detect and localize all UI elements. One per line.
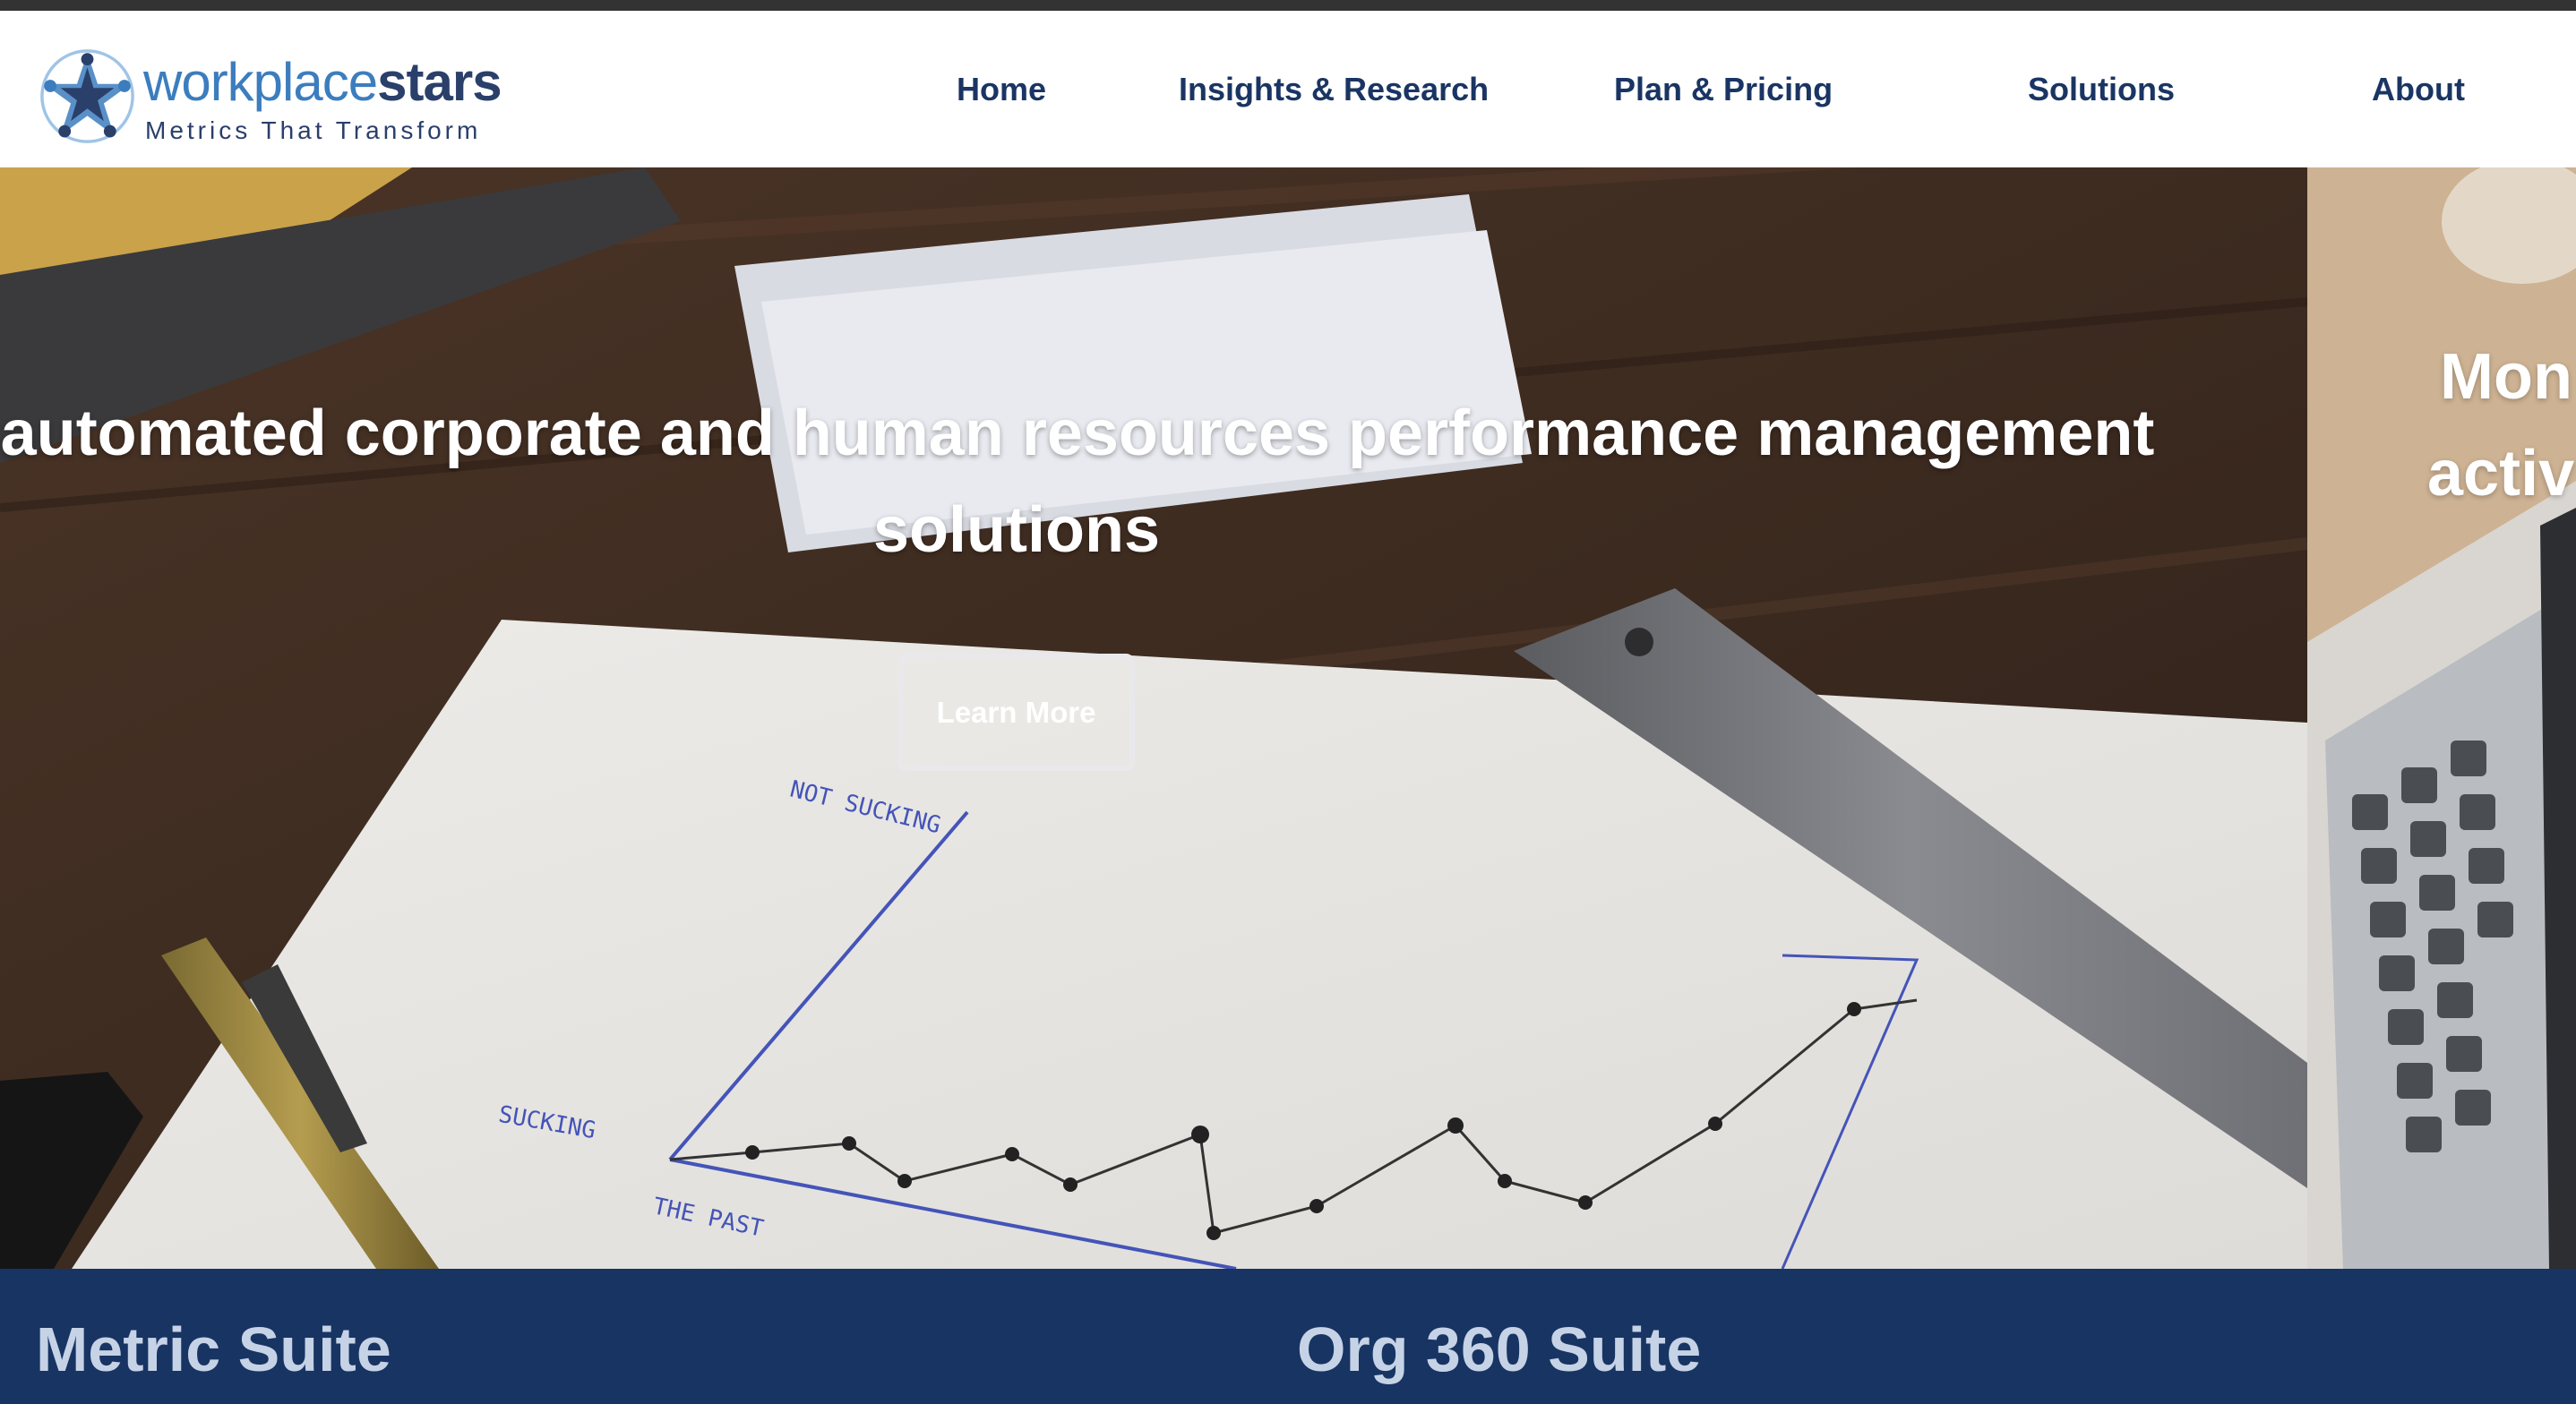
metric-suite-title[interactable]: Metric Suite xyxy=(36,1314,391,1385)
hero-background-photo xyxy=(0,167,2307,1269)
brand-wordmark: workplacestars xyxy=(143,52,502,112)
suites-band: Metric Suite Org 360 Suite xyxy=(0,1269,2576,1404)
next-slide-title-line-1: Mon xyxy=(2440,341,2572,413)
hero-title: ffer automated corporate and human resou… xyxy=(0,385,2212,578)
browser-top-strip xyxy=(0,0,2576,11)
stars-logo-icon xyxy=(40,49,134,143)
next-slide-title: Mon activ xyxy=(2427,329,2574,522)
hero-title-line-2: solutions xyxy=(873,494,1160,566)
nav-home[interactable]: Home xyxy=(957,70,1046,109)
learn-more-button[interactable]: Learn More xyxy=(897,654,1135,771)
hero-title-line-1: ffer automated corporate and human resou… xyxy=(0,398,2155,469)
nav-solutions[interactable]: Solutions xyxy=(2028,70,2175,109)
next-slide-peek[interactable]: Mon activ xyxy=(2307,167,2576,1269)
brand-tagline: Metrics That Transform xyxy=(145,116,482,144)
org-360-suite-title[interactable]: Org 360 Suite xyxy=(1297,1314,1701,1385)
next-slide-title-line-2: activ xyxy=(2427,438,2575,509)
brand-logo[interactable]: workplacestars Metrics That Transform xyxy=(36,36,502,152)
hero-slide: NOT SUCKING SUCKING THE PAST ffer automa… xyxy=(0,167,2307,1269)
nav-insights-research[interactable]: Insights & Research xyxy=(1179,70,1489,109)
site-header: workplacestars Metrics That Transform Ho… xyxy=(0,11,2576,167)
nav-about[interactable]: About xyxy=(2372,70,2465,109)
nav-plan-pricing[interactable]: Plan & Pricing xyxy=(1614,70,1833,109)
